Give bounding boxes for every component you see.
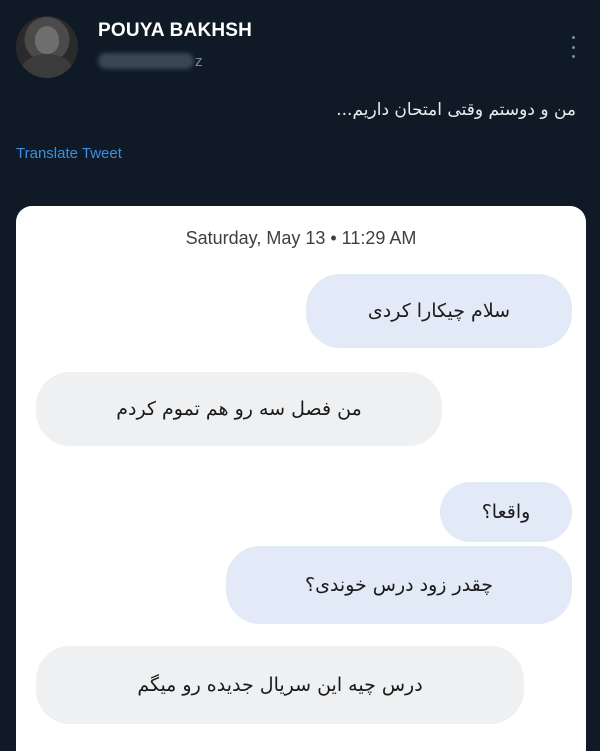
tweet-text: من و دوستم وقتی امتحان داریم...: [336, 100, 576, 120]
tweet-header: POUYA BAKHSH z: [16, 16, 584, 78]
message-text: من فصل سه رو هم تموم کردم: [116, 398, 362, 420]
message-bubble-received: درس چیه این سریال جدیده رو میگم: [36, 646, 524, 724]
message-text: سلام چیکارا کردی: [367, 300, 511, 322]
message-text: درس چیه این سریال جدیده رو میگم: [137, 674, 423, 696]
more-options-icon[interactable]: [570, 36, 576, 58]
message-bubble-received: من فصل سه رو هم تموم کردم: [36, 372, 442, 446]
chat-screenshot-card: Saturday, May 13 • 11:29 AM سلام چیکارا …: [16, 206, 586, 751]
avatar-shoulders: [22, 54, 72, 78]
more-dot: [571, 45, 575, 49]
chat-timestamp: Saturday, May 13 • 11:29 AM: [185, 228, 417, 248]
handle-visible-tail: z: [195, 52, 203, 70]
more-dot: [571, 36, 575, 39]
author-name[interactable]: POUYA BAKHSH: [98, 20, 252, 42]
message-text: واقعا؟: [481, 501, 531, 523]
handle-redaction: [98, 53, 194, 69]
translate-tweet-link[interactable]: Translate Tweet: [16, 145, 122, 162]
message-bubble-sent: چقدر زود درس خوندی؟: [226, 546, 572, 624]
more-dot: [571, 55, 575, 58]
message-bubble-sent: سلام چیکارا کردی: [306, 274, 572, 348]
message-bubble-sent: واقعا؟: [440, 482, 572, 542]
avatar[interactable]: [16, 16, 78, 78]
author-handle[interactable]: z: [98, 50, 203, 72]
message-text: چقدر زود درس خوندی؟: [304, 574, 494, 596]
avatar-head: [35, 26, 59, 54]
